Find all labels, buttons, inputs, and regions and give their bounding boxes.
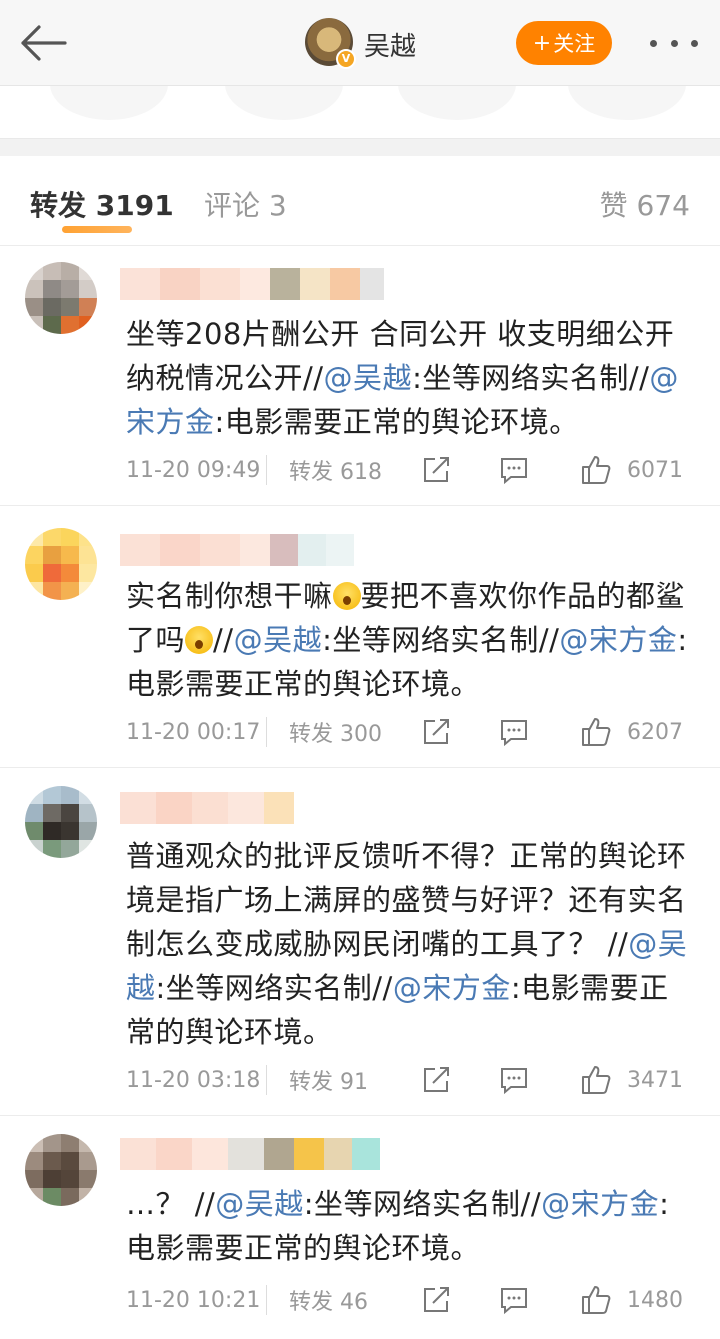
surprised-emoji-icon [185,626,214,654]
avatar[interactable] [25,528,97,600]
text-run: // [213,623,234,657]
back-arrow-icon [21,25,67,61]
repost-text: 坐等208片酬公开 合同公开 收支明细公开 纳税情况公开//@吴越:坐等网络实名… [126,312,696,444]
repost-item[interactable]: 实名制你想干嘛 要把不喜欢你作品的都鲨了吗//@吴越:坐等网络实名制//@宋方金:… [0,506,720,768]
username-blurred[interactable] [120,268,384,300]
share-icon[interactable] [419,1283,453,1317]
like-count: 3471 [627,1067,683,1093]
repost-item[interactable]: …？ //@吴越:坐等网络实名制//@宋方金:电影需要正常的舆论环境。 11-2… [0,1116,720,1339]
plus-icon: + [532,30,552,56]
like-count: 1480 [627,1287,683,1313]
comment-icon[interactable] [497,453,531,487]
repost-count[interactable]: 转发 46 [289,1284,419,1316]
mention-link[interactable]: @吴越 [234,623,323,657]
post-time: 11-20 10:21 [126,1287,261,1313]
top-nav-bar: V 吴越 + 关注 [0,0,720,86]
collapsed-header-strip [0,86,720,138]
text-run: :坐等网络实名制// [412,361,650,395]
comment-icon[interactable] [497,1063,531,1097]
repost-text: 实名制你想干嘛 要把不喜欢你作品的都鲨了吗//@吴越:坐等网络实名制//@宋方金:… [126,574,696,706]
like-count: 6071 [627,457,683,483]
comment-icon[interactable] [497,715,531,749]
tab-comment[interactable]: 评论 3 [204,184,287,224]
text-run: 实名制你想干嘛 [126,579,333,613]
repost-meta: 11-20 00:17 转发 300 6207 [126,712,696,752]
active-tab-indicator [62,226,132,233]
section-divider [0,138,720,156]
repost-meta: 11-20 09:49 转发 618 6071 [126,450,696,490]
surprised-emoji-icon [332,582,361,610]
comment-icon[interactable] [497,1283,531,1317]
author-name[interactable]: 吴越 [364,26,416,63]
post-time: 11-20 00:17 [126,719,261,745]
text-run: :坐等网络实名制// [322,623,560,657]
text-run: :坐等网络实名制// [155,971,393,1005]
tab-like[interactable]: 赞 674 [600,184,690,224]
author-avatar[interactable]: V [305,18,356,69]
share-icon[interactable] [419,715,453,749]
username-blurred[interactable] [120,534,354,566]
repost-item[interactable]: 普通观众的批评反馈听不得？正常的舆论环境是指广场上满屏的盛赞与好评？还有实名制怎… [0,768,720,1116]
thumbs-up-icon[interactable] [579,453,613,487]
avatar[interactable] [25,1134,97,1206]
repost-text: …？ //@吴越:坐等网络实名制//@宋方金:电影需要正常的舆论环境。 [126,1182,696,1270]
repost-item[interactable]: 坐等208片酬公开 合同公开 收支明细公开 纳税情况公开//@吴越:坐等网络实名… [0,246,720,506]
thumbs-up-icon[interactable] [579,715,613,749]
back-button[interactable] [14,16,72,70]
mention-link[interactable]: @宋方金 [559,623,677,657]
more-button[interactable] [646,30,702,56]
share-icon[interactable] [419,453,453,487]
text-run: …？ // [126,1187,216,1221]
mention-link[interactable]: @宋方金 [541,1187,659,1221]
repost-text: 普通观众的批评反馈听不得？正常的舆论环境是指广场上满屏的盛赞与好评？还有实名制怎… [126,834,696,1054]
mention-link[interactable]: @吴越 [324,361,413,395]
thumbs-up-icon[interactable] [579,1063,613,1097]
follow-label: 关注 [553,32,596,56]
username-blurred[interactable] [120,792,294,824]
mention-link[interactable]: @吴越 [215,1187,304,1221]
repost-meta: 11-20 03:18 转发 91 3471 [126,1060,696,1100]
post-time: 11-20 09:49 [126,457,261,483]
avatar[interactable] [25,262,97,334]
repost-meta: 11-20 10:21 转发 46 1480 [126,1280,696,1320]
post-time: 11-20 03:18 [126,1067,261,1093]
username-blurred[interactable] [120,1138,380,1170]
mention-link[interactable]: @宋方金 [393,971,511,1005]
verified-badge-icon: V [336,49,356,69]
thumbs-up-icon[interactable] [579,1283,613,1317]
interaction-tabs: 转发 3191 评论 3 赞 674 [0,156,720,246]
text-run: 普通观众的批评反馈听不得？正常的舆论环境是指广场上满屏的盛赞与好评？还有实名制怎… [126,839,687,961]
text-run: :坐等网络实名制// [303,1187,542,1221]
follow-button[interactable]: + 关注 [516,21,612,65]
repost-page: V 吴越 + 关注 转发 3191 评论 3 赞 674 坐等208片酬公开 合… [0,0,720,1339]
avatar[interactable] [25,786,97,858]
share-icon[interactable] [419,1063,453,1097]
more-dots-icon [650,39,657,47]
repost-count[interactable]: 转发 91 [289,1064,419,1096]
repost-count[interactable]: 转发 618 [289,454,419,486]
text-run: :电影需要正常的舆论环境。 [214,405,579,439]
tab-repost[interactable]: 转发 3191 [30,184,174,224]
repost-count[interactable]: 转发 300 [289,716,419,748]
like-count: 6207 [627,719,683,745]
